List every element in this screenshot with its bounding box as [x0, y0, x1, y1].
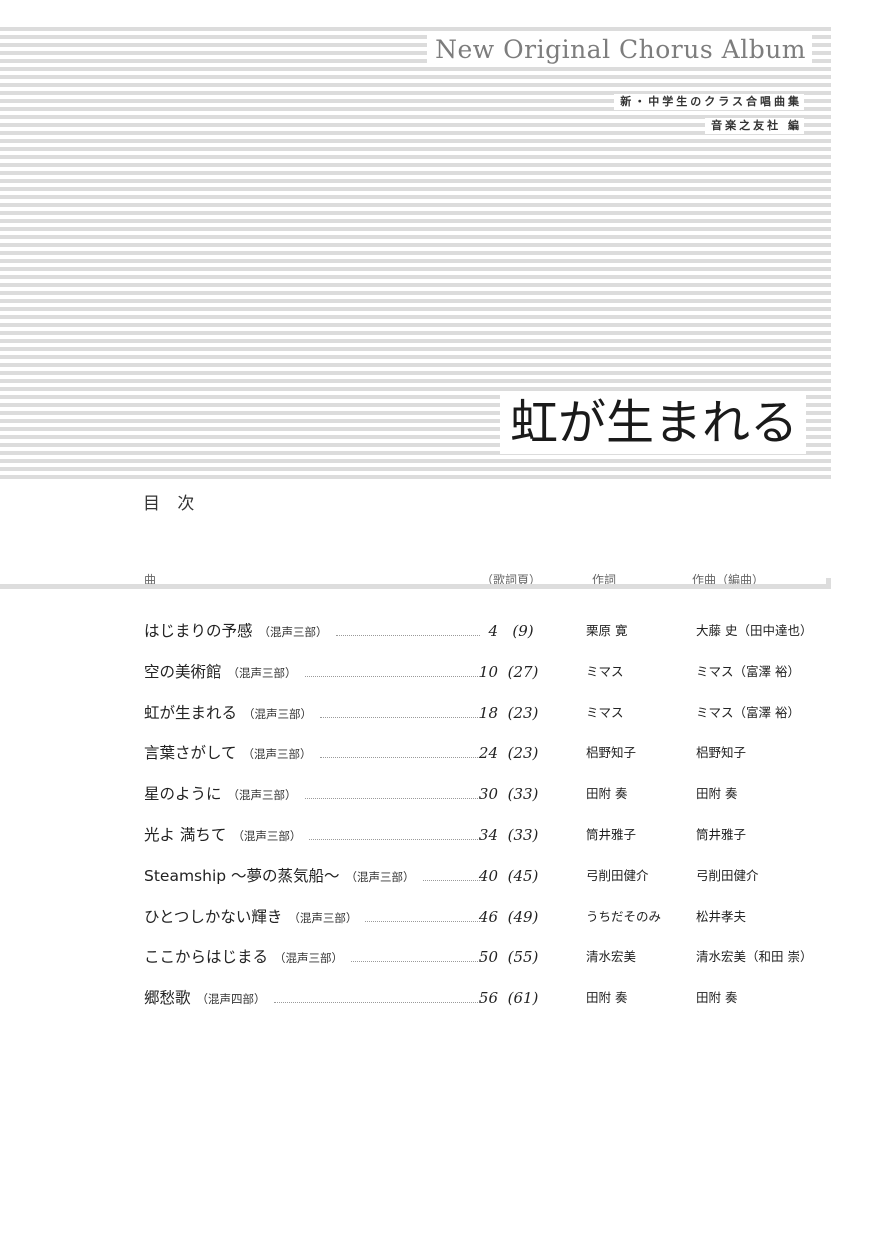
toc-entry[interactable]: 光よ 満ちて （混声三部） 34 (33) 筒井雅子 筒井雅子 [0, 824, 874, 865]
dot-leader [309, 838, 480, 840]
voicing: （混声三部） [232, 828, 302, 843]
toc-entry[interactable]: Steamship ～夢の蒸気船～ （混声三部） 40 (45) 弓削田健介 弓… [0, 865, 874, 906]
score-page: 46 [478, 907, 498, 926]
composer: 筒井雅子 [696, 826, 747, 842]
dot-leader [319, 757, 480, 759]
dot-leader [351, 961, 480, 963]
lyricist: 栗原 寛 [586, 623, 628, 638]
lyricist: ミマス [586, 704, 624, 720]
lyrics-page: (45) [507, 866, 539, 885]
song-title: 空の美術館 [144, 662, 222, 681]
voicing: （混声三部） [242, 747, 312, 762]
composer: 松井孝夫 [696, 908, 747, 924]
composer: 清水宏美（和田 崇） [696, 949, 813, 965]
lyrics-page: (27) [507, 662, 539, 681]
song-cell: 星のように （混声三部） [144, 783, 480, 805]
toc-entry[interactable]: 郷愁歌 （混声四部） 56 (61) 田附 奏 田附 奏 [0, 987, 874, 1028]
dot-leader [335, 635, 480, 636]
toc-entry[interactable]: ひとつしかない輝き （混声三部） 46 (49) うちだそのみ 松井孝夫 [0, 906, 874, 947]
dot-leader [422, 879, 480, 881]
album-title: 虹が生まれる [499, 392, 806, 454]
dot-leader [273, 1002, 480, 1004]
voicing: （混声三部） [288, 910, 358, 925]
voicing: （混声三部） [274, 951, 344, 966]
lyricist: 清水宏美 [586, 949, 637, 965]
header-rule-tick [826, 578, 831, 586]
dot-leader [365, 920, 480, 922]
song-title: 言葉さがして [144, 744, 237, 763]
voicing: （混声三部） [258, 625, 328, 639]
toc-entry[interactable]: 星のように （混声三部） 30 (33) 田附 奏 田附 奏 [0, 783, 874, 824]
song-title: ここからはじまる [144, 948, 269, 967]
lyrics-page: (49) [507, 907, 539, 926]
song-cell: ひとつしかない輝き （混声三部） [144, 906, 480, 928]
lyrics-page: (61) [507, 989, 539, 1008]
collection-subtitle: 新・中学生のクラス合唱曲集 [614, 94, 804, 110]
lyrics-page: (9) [512, 622, 534, 640]
lyricist: 弓削田健介 [586, 867, 649, 883]
song-cell: Steamship ～夢の蒸気船～ （混声三部） [144, 865, 480, 887]
score-page: 4 [488, 622, 498, 640]
song-cell: はじまりの予感 （混声三部） [144, 620, 480, 642]
voicing: （混声三部） [227, 788, 297, 803]
toc-entry[interactable]: 言葉さがして （混声三部） 24 (23) 梠野知子 梠野知子 [0, 742, 874, 783]
score-page: 30 [478, 785, 498, 804]
dot-leader [304, 798, 480, 800]
song-title: 光よ 満ちて [144, 825, 227, 844]
song-cell: 光よ 満ちて （混声三部） [144, 824, 480, 846]
lyrics-page: (23) [507, 703, 539, 722]
composer: ミマス（富澤 裕） [696, 704, 800, 720]
song-title: はじまりの予感 [144, 622, 253, 640]
song-title: 虹が生まれる [144, 703, 238, 722]
publisher-editor: 音楽之友社 編 [705, 118, 804, 134]
dot-leader [304, 675, 480, 677]
composer: 梠野知子 [696, 745, 747, 761]
score-page: 34 [478, 825, 498, 844]
voicing: （混声三部） [243, 706, 313, 721]
score-page: 50 [478, 948, 498, 967]
lyrics-page: (23) [507, 744, 539, 763]
lyricist: 田附 奏 [586, 990, 628, 1006]
lyricist: うちだそのみ [586, 908, 662, 924]
song-cell: 郷愁歌 （混声四部） [144, 987, 480, 1009]
composer: 田附 奏 [696, 786, 738, 802]
lyrics-page: (33) [507, 785, 539, 804]
song-cell: 虹が生まれる （混声三部） [144, 702, 480, 724]
song-title: 郷愁歌 [144, 989, 191, 1008]
lyricist: ミマス [586, 663, 624, 679]
composer: 田附 奏 [696, 990, 738, 1006]
composer: ミマス（富澤 裕） [696, 663, 800, 679]
voicing: （混声四部） [196, 992, 266, 1007]
toc-entry[interactable]: 空の美術館 （混声三部） 10 (27) ミマス ミマス（富澤 裕） [0, 661, 874, 702]
toc-entry[interactable]: 虹が生まれる （混声三部） 18 (23) ミマス ミマス（富澤 裕） [0, 702, 874, 743]
series-title: New Original Chorus Album [427, 34, 812, 66]
song-cell: 空の美術館 （混声三部） [144, 661, 480, 683]
song-cell: ここからはじまる （混声三部） [144, 946, 480, 968]
lyricist: 田附 奏 [586, 786, 628, 802]
toc-entry[interactable]: ここからはじまる （混声三部） 50 (55) 清水宏美 清水宏美（和田 崇） [0, 946, 874, 987]
score-page: 10 [478, 662, 498, 681]
lyricist: 梠野知子 [586, 745, 637, 761]
lyricist: 筒井雅子 [586, 826, 637, 842]
header-rule [0, 584, 831, 589]
voicing: （混声三部） [345, 869, 415, 884]
lyrics-page: (33) [507, 825, 539, 844]
toc-heading: 目 次 [143, 494, 201, 514]
score-page: 18 [478, 703, 498, 722]
song-title: Steamship ～夢の蒸気船～ [144, 866, 340, 885]
dot-leader [320, 716, 480, 718]
composer: 大藤 史（田中達也） [696, 623, 813, 638]
lyrics-page: (55) [507, 948, 539, 967]
score-page: 40 [478, 866, 498, 885]
toc-list: はじまりの予感 （混声三部） 4 (9) 栗原 寛 大藤 史（田中達也） 空の美… [0, 620, 874, 1028]
toc-entry[interactable]: はじまりの予感 （混声三部） 4 (9) 栗原 寛 大藤 史（田中達也） [0, 620, 874, 661]
composer: 弓削田健介 [696, 867, 759, 883]
song-cell: 言葉さがして （混声三部） [144, 742, 480, 764]
song-title: ひとつしかない輝き [144, 907, 283, 926]
score-page: 56 [478, 989, 498, 1008]
song-title: 星のように [144, 785, 222, 804]
voicing: （混声三部） [227, 665, 297, 680]
score-page: 24 [478, 744, 498, 763]
